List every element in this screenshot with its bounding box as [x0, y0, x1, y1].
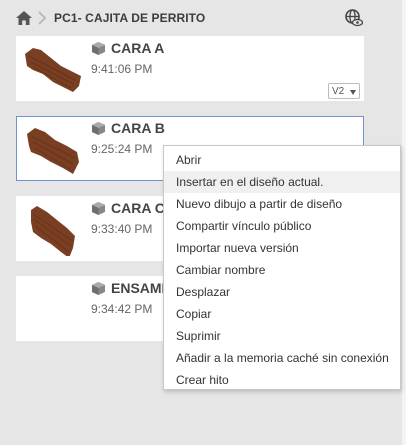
- design-timestamp: 9:34:42 PM: [91, 302, 153, 316]
- globe-eye-icon[interactable]: [345, 9, 363, 27]
- design-timestamp: 9:41:06 PM: [91, 62, 153, 76]
- design-name: CARA C: [111, 200, 165, 216]
- version-label: V2: [332, 86, 345, 97]
- menu-item-copy[interactable]: Copiar: [164, 303, 400, 325]
- cube-icon: [92, 42, 105, 55]
- design-name: CARA A: [111, 40, 165, 56]
- menu-item-open[interactable]: Abrir: [164, 149, 400, 171]
- menu-item-insert[interactable]: Insertar en el diseño actual.: [164, 171, 400, 193]
- menu-item-move[interactable]: Desplazar: [164, 281, 400, 303]
- menu-item-import-version[interactable]: Importar nueva versión: [164, 237, 400, 259]
- panel-edge: [402, 0, 406, 445]
- cube-icon: [92, 202, 105, 215]
- design-name: CARA B: [111, 120, 165, 136]
- page-title: PC1- CAJITA DE PERRITO: [54, 11, 206, 25]
- context-menu: Abrir Insertar en el diseño actual. Nuev…: [163, 145, 401, 390]
- version-dropdown[interactable]: V2: [328, 83, 360, 99]
- caret-down-icon: [350, 90, 356, 95]
- menu-item-rename[interactable]: Cambiar nombre: [164, 259, 400, 281]
- breadcrumb: PC1- CAJITA DE PERRITO: [0, 0, 406, 36]
- design-thumbnail: [31, 206, 75, 256]
- design-timestamp: 9:33:40 PM: [91, 222, 153, 236]
- menu-item-milestone[interactable]: Crear hito: [164, 369, 400, 391]
- menu-item-offline-cache[interactable]: Añadir a la memoria caché sin conexión: [164, 347, 400, 369]
- menu-item-delete[interactable]: Suprimir: [164, 325, 400, 347]
- chevron-right-icon: [38, 11, 47, 25]
- menu-item-share-link[interactable]: Compartir vínculo público: [164, 215, 400, 237]
- menu-item-new-drawing[interactable]: Nuevo dibujo a partir de diseño: [164, 193, 400, 215]
- design-card[interactable]: CARA A 9:41:06 PM V2: [16, 36, 364, 101]
- cube-icon: [92, 122, 105, 135]
- cube-icon: [92, 282, 105, 295]
- design-thumbnail: [27, 128, 79, 174]
- home-icon[interactable]: [16, 11, 32, 25]
- design-timestamp: 9:25:24 PM: [91, 142, 153, 156]
- design-thumbnail: [25, 48, 81, 92]
